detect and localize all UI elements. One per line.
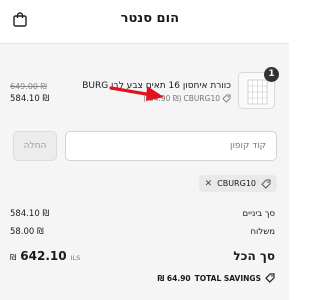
apply-coupon-button[interactable]: החלה: [13, 131, 57, 161]
tag-icon: [261, 179, 271, 189]
savings-label: TOTAL SAVINGS: [194, 273, 261, 283]
original-price: 649.00 ₪: [10, 82, 47, 91]
subtotal-value: 584.10 ₪: [10, 209, 50, 219]
total-savings: ₪ 64.90 TOTAL SAVINGS: [158, 273, 275, 283]
close-icon[interactable]: ✕: [205, 179, 213, 189]
total-currency-symbol: ₪: [10, 253, 17, 262]
quantity-badge: 1: [264, 67, 279, 82]
savings-value: ₪ 64.90: [157, 273, 191, 283]
tag-icon: [222, 94, 231, 103]
coupon-placeholder: קוד קופון: [230, 141, 266, 151]
total-currency: ILS: [70, 254, 81, 262]
store-title[interactable]: הום סנטר: [121, 11, 179, 26]
total-label: סך הכל: [233, 249, 275, 263]
applied-coupon-chip: ✕ CBURG10: [198, 175, 277, 192]
tag-icon: [265, 273, 275, 283]
total-value-group: ₪ 642.10 ILS: [10, 249, 80, 263]
final-price: 584.10 ₪: [10, 94, 50, 104]
shipping-value: 58.00 ₪: [10, 227, 44, 237]
arrow-annotation: [109, 86, 164, 101]
shipping-label: משלוח: [250, 227, 276, 237]
coupon-code-input[interactable]: קוד קופון: [65, 131, 277, 161]
total-value: 642.10: [20, 249, 67, 263]
shopping-bag-icon[interactable]: [13, 12, 27, 27]
applied-coupon-code: CBURG10: [217, 179, 256, 188]
discount-code: CBURG10: [183, 94, 220, 103]
subtotal-label: סך ביניים: [242, 209, 275, 219]
